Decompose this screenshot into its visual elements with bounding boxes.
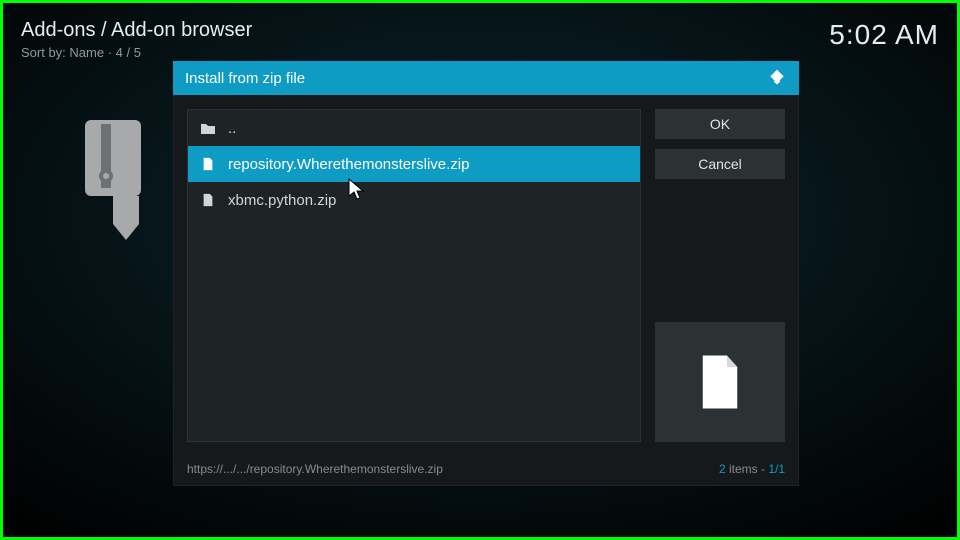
footer-path: https://.../.../repository.Wherethemonst… xyxy=(187,462,443,476)
footer-count: 2 items - 1/1 xyxy=(719,462,785,476)
sort-status: Sort by: Name · 4 / 5 xyxy=(21,45,252,60)
cancel-button[interactable]: Cancel xyxy=(655,149,785,179)
file-list[interactable]: .. repository.Wherethemonsterslive.zip x… xyxy=(187,109,641,442)
folder-up-icon xyxy=(200,120,216,136)
list-item-label: .. xyxy=(228,120,236,137)
file-icon xyxy=(200,156,216,172)
file-preview xyxy=(655,322,785,442)
ok-button[interactable]: OK xyxy=(655,109,785,139)
install-from-zip-dialog: Install from zip file .. repository.Wher… xyxy=(173,61,799,486)
dialog-title: Install from zip file xyxy=(185,70,305,87)
file-icon xyxy=(200,192,216,208)
zip-file-row[interactable]: repository.Wherethemonsterslive.zip xyxy=(188,146,640,182)
kodi-logo-icon xyxy=(767,68,787,88)
list-item-label: xbmc.python.zip xyxy=(228,192,336,209)
zip-install-icon xyxy=(83,118,163,248)
clock: 5:02 AM xyxy=(829,19,939,51)
list-item-label: repository.Wherethemonsterslive.zip xyxy=(228,156,469,173)
breadcrumb: Add-ons / Add-on browser xyxy=(21,19,252,42)
zip-file-row[interactable]: xbmc.python.zip xyxy=(188,182,640,218)
parent-dir-row[interactable]: .. xyxy=(188,110,640,146)
dialog-titlebar: Install from zip file xyxy=(173,61,799,95)
